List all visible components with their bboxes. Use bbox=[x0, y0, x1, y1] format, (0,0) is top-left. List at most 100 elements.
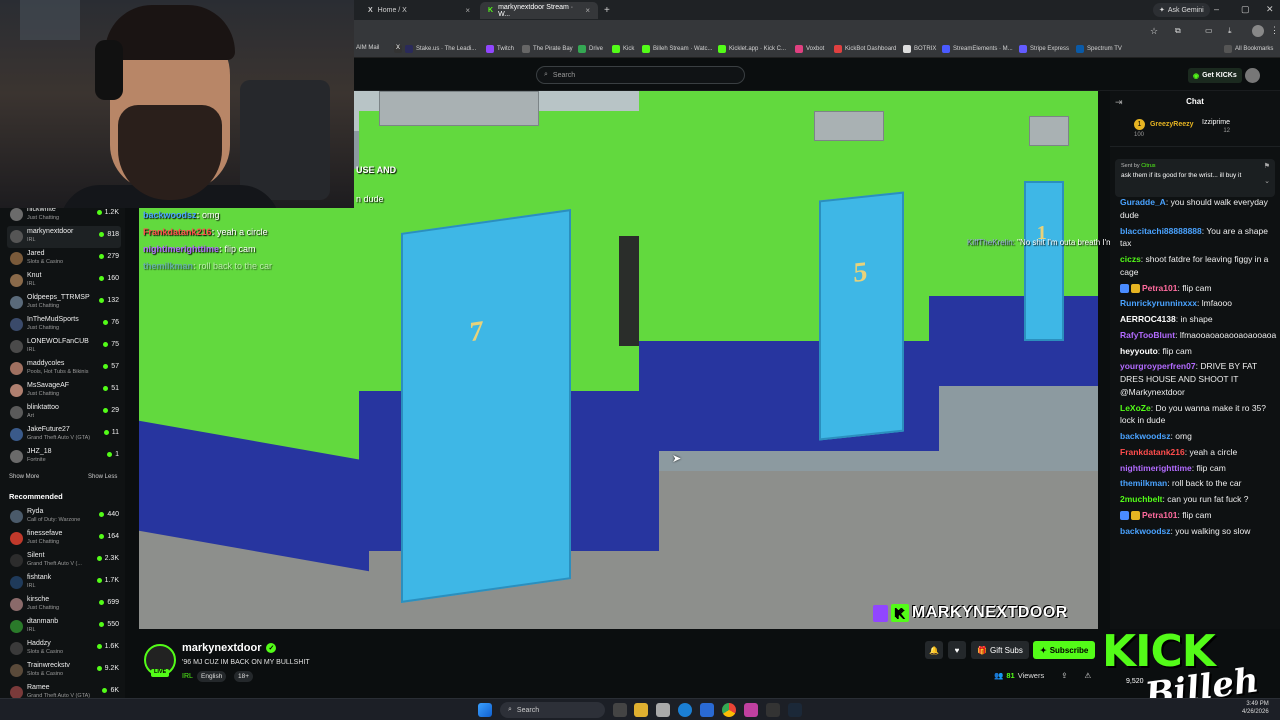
chat-username[interactable]: Frankdatank216 bbox=[1120, 447, 1185, 457]
bookmark-voxbot[interactable]: Voxbot bbox=[795, 45, 824, 53]
report-icon[interactable]: ⚠ bbox=[1085, 671, 1092, 680]
sidebar-channel-kirsche[interactable]: kirsche Just Chatting 699 bbox=[7, 594, 121, 616]
share-icon[interactable]: ⇪ bbox=[1061, 671, 1067, 680]
chat-username[interactable]: ciczs bbox=[1120, 254, 1141, 264]
close-window-icon[interactable]: ✕ bbox=[1266, 4, 1274, 15]
search-input[interactable]: ⌕ Search bbox=[536, 66, 745, 84]
sidebar-channel-jared[interactable]: Jared Slots & Casino 279 bbox=[7, 248, 121, 270]
stream-category[interactable]: IRL bbox=[182, 673, 193, 680]
sidebar-channel-trainwreckstv[interactable]: Trainwreckstv Slots & Casino 9.2K bbox=[7, 660, 121, 682]
subscribe-button[interactable]: ✦ Subscribe bbox=[1033, 641, 1096, 659]
all-bookmarks[interactable]: All Bookmarks bbox=[1224, 45, 1273, 53]
sidebar-channel-jhz_18[interactable]: JHZ_18 Fortnite 1 bbox=[7, 446, 121, 468]
chat-message[interactable]: RafyTooBlunt: lfmaooaoaoaooaoaooaoa bbox=[1120, 329, 1280, 342]
follow-heart-icon[interactable]: ♥ bbox=[948, 641, 966, 659]
sidebar-icon[interactable]: ▭ bbox=[1205, 26, 1213, 35]
pinned-message[interactable]: Sent by Citrus ask them if its good for … bbox=[1115, 159, 1275, 197]
chevron-down-icon[interactable]: ⌄ bbox=[1264, 177, 1270, 185]
profile-avatar[interactable] bbox=[1252, 25, 1264, 37]
edge-icon[interactable] bbox=[678, 703, 692, 717]
sidebar-channel-silent[interactable]: Silent Grand Theft Auto V (... 2.3K bbox=[7, 550, 121, 572]
chat-username[interactable]: themilkman bbox=[1120, 478, 1167, 488]
show-less-link[interactable]: Show Less bbox=[88, 474, 117, 480]
bookmark-botrix[interactable]: BOTRIX bbox=[903, 45, 936, 53]
bookmark-aim-mail[interactable]: AIM Mail bbox=[356, 45, 379, 51]
chat-message[interactable]: heyyouto: flip cam bbox=[1120, 345, 1280, 358]
chat-message[interactable]: Frankdatank216: yeah a circle bbox=[1120, 446, 1280, 459]
bookmark-stake[interactable]: X Stake.us · The Leadi... bbox=[394, 45, 476, 53]
bookmark-billeh-stream[interactable]: Billeh Stream · Watc... bbox=[642, 45, 712, 53]
chat-message[interactable]: ciczs: shoot fatdre for leaving figgy in… bbox=[1120, 253, 1280, 279]
close-tab-icon[interactable]: × bbox=[465, 6, 470, 15]
chat-message[interactable]: nightimerighttime: flip cam bbox=[1120, 462, 1280, 475]
chat-username[interactable]: Petra101 bbox=[1142, 283, 1177, 293]
chat-message[interactable]: LeXoZe: Do you wanna make it ro 35? lock… bbox=[1120, 402, 1280, 428]
new-tab-button[interactable]: + bbox=[600, 2, 618, 19]
tab-markynextdoor[interactable]: K markynextdoor Stream · W... × bbox=[480, 2, 598, 19]
sidebar-channel-inthemudsports[interactable]: InTheMudSports Just Chatting 76 bbox=[7, 314, 121, 336]
chat-message[interactable]: Guradde_A: you should walk everyday dude bbox=[1120, 196, 1280, 222]
windows-start-icon[interactable] bbox=[478, 703, 492, 717]
bookmark-streamelements[interactable]: StreamElements · M... bbox=[942, 45, 1013, 53]
bookmark-kicklet[interactable]: Kicklet.app · Kick C... bbox=[718, 45, 786, 53]
chat-message[interactable]: Petra101: flip cam bbox=[1120, 282, 1280, 295]
chat-message[interactable]: 2muchbelt: can you run fat fuck ? bbox=[1120, 493, 1280, 506]
chat-message[interactable]: Petra101: flip cam bbox=[1120, 509, 1280, 522]
chat-message[interactable]: Runrickyrunninxxx: lmfaooo bbox=[1120, 297, 1280, 310]
notification-bell-icon[interactable]: 🔔 bbox=[925, 641, 943, 659]
tab-home-x[interactable]: X Home / X × bbox=[360, 2, 478, 19]
channel-name[interactable]: markynextdoor ✓ bbox=[182, 642, 277, 654]
tag-mature[interactable]: 18+ bbox=[234, 671, 254, 682]
user-avatar[interactable] bbox=[1245, 68, 1260, 83]
chat-message[interactable]: blaccitachi88888888: You are a shape tax bbox=[1120, 225, 1280, 251]
chat-message[interactable]: backwoodsz: you walking so slow bbox=[1120, 525, 1280, 538]
gift-subs-button[interactable]: 🎁 Gift Subs bbox=[971, 641, 1029, 659]
app-icon[interactable] bbox=[744, 703, 758, 717]
pin-icon[interactable]: ⚑ bbox=[1264, 162, 1270, 170]
chat-username[interactable]: Runrickyrunninxxx bbox=[1120, 298, 1197, 308]
sidebar-channel-knut[interactable]: Knut IRL 160 bbox=[7, 270, 121, 292]
tag-language[interactable]: English bbox=[197, 671, 227, 682]
sidebar-channel-maddycoles[interactable]: maddycoles Pools, Hot Tubs & Bikinis 57 bbox=[7, 358, 121, 380]
ask-gemini-button[interactable]: ✦ Ask Gemini bbox=[1153, 3, 1210, 17]
chat-username[interactable]: heyyouto bbox=[1120, 346, 1158, 356]
get-kicks-button[interactable]: ◉ Get KICKs bbox=[1188, 68, 1242, 83]
close-tab-icon[interactable]: × bbox=[585, 6, 590, 15]
top-gifter-2[interactable]: Izziprime 12 bbox=[1202, 119, 1230, 134]
sidebar-channel-lonewolfancub[interactable]: LONEWOLFanCUB IRL 75 bbox=[7, 336, 121, 358]
steam-icon[interactable] bbox=[788, 703, 802, 717]
minimize-icon[interactable]: – bbox=[1214, 4, 1219, 14]
system-clock[interactable]: 3:49 PM 4/26/2026 bbox=[1242, 701, 1269, 717]
mail-icon[interactable] bbox=[700, 703, 714, 717]
chat-message[interactable]: themilkman: roll back to the car bbox=[1120, 477, 1280, 490]
bookmark-pirate-bay[interactable]: The Pirate Bay bbox=[522, 45, 573, 53]
bookmark-stripe[interactable]: Stripe Express bbox=[1019, 45, 1069, 53]
bookmark-kick[interactable]: Kick bbox=[612, 45, 634, 53]
sidebar-channel-markynextdoor[interactable]: markynextdoor IRL 818 bbox=[7, 226, 121, 248]
chat-username[interactable]: Guradde_A bbox=[1120, 197, 1166, 207]
calculator-icon[interactable] bbox=[656, 703, 670, 717]
bookmark-twitch[interactable]: Twitch bbox=[486, 45, 514, 53]
chat-username[interactable]: blaccitachi88888888 bbox=[1120, 226, 1202, 236]
bookmark-drive[interactable]: Drive bbox=[578, 45, 603, 53]
extensions-icon[interactable]: ⧉ bbox=[1175, 26, 1181, 36]
sidebar-channel-mssavageaf[interactable]: MsSavageAF Just Chatting 51 bbox=[7, 380, 121, 402]
sidebar-channel-finessefave[interactable]: finessefave Just Chatting 164 bbox=[7, 528, 121, 550]
star-icon[interactable]: ☆ bbox=[1150, 26, 1158, 37]
chat-username[interactable]: 2muchbelt bbox=[1120, 494, 1163, 504]
sidebar-channel-jakefuture27[interactable]: JakeFuture27 Grand Theft Auto V (GTA) 11 bbox=[7, 424, 121, 446]
maximize-icon[interactable]: ▢ bbox=[1241, 4, 1250, 15]
download-icon[interactable]: ⤓ bbox=[1228, 26, 1232, 36]
chat-message[interactable]: yourgroyperfren07: DRIVE BY FAT DRES HOU… bbox=[1120, 360, 1280, 398]
chat-username[interactable]: LeXoZe bbox=[1120, 403, 1151, 413]
bookmark-kickbot[interactable]: KickBot Dashboard bbox=[834, 45, 896, 53]
chat-message[interactable]: backwoodsz: omg bbox=[1120, 430, 1280, 443]
chat-username[interactable]: backwoodsz bbox=[1120, 526, 1171, 536]
show-more-link[interactable]: Show More bbox=[9, 474, 39, 480]
sidebar-channel-haddzy[interactable]: Haddzy Slots & Casino 1.6K bbox=[7, 638, 121, 660]
menu-icon[interactable]: ⋮ bbox=[1270, 25, 1279, 36]
task-view-icon[interactable] bbox=[613, 703, 627, 717]
chat-username[interactable]: backwoodsz bbox=[1120, 431, 1171, 441]
chat-username[interactable]: yourgroyperfren07 bbox=[1120, 361, 1196, 371]
chat-username[interactable]: AERROC4138 bbox=[1120, 314, 1176, 324]
